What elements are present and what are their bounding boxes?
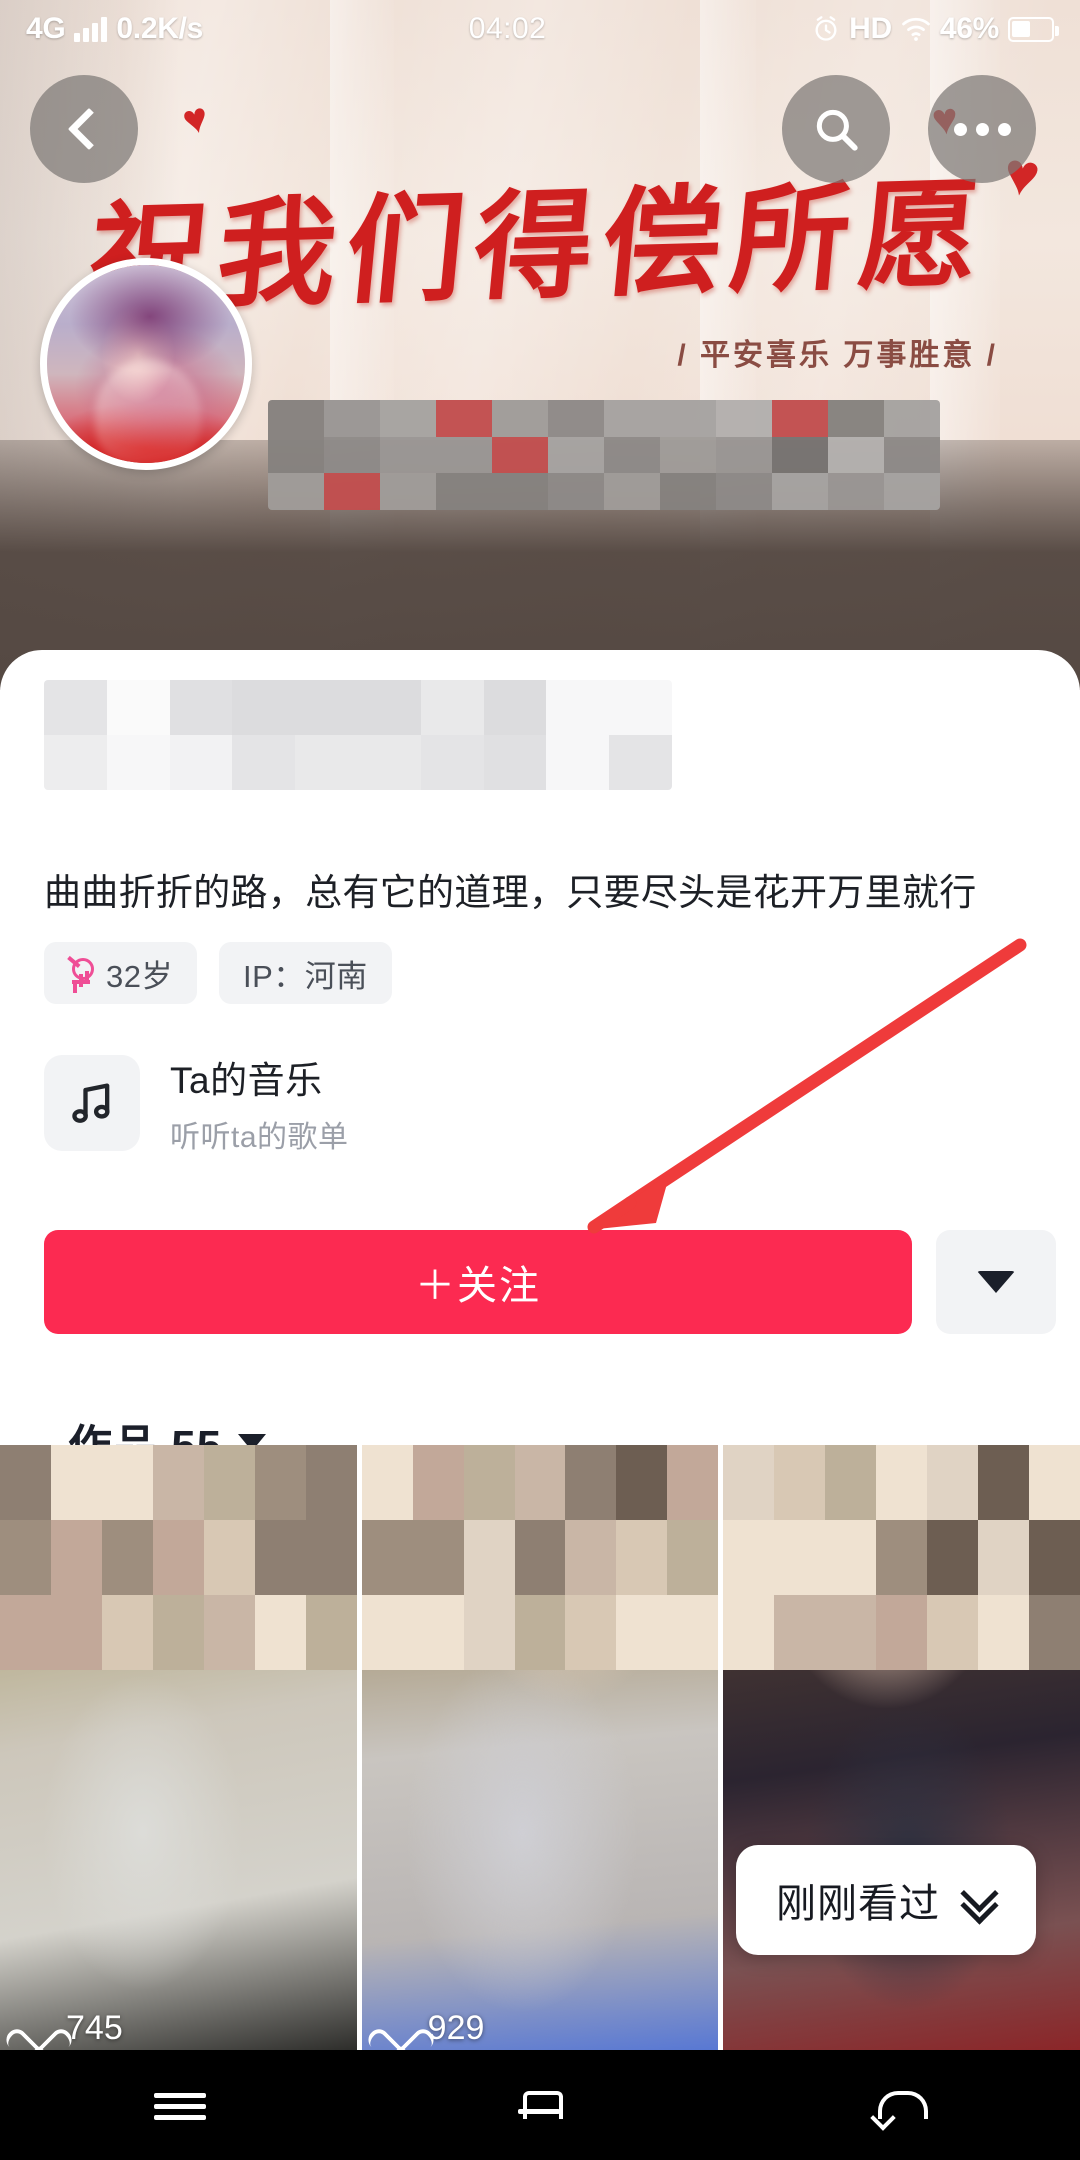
heart-outline-icon xyxy=(382,2012,416,2046)
video-thumbnail[interactable]: 745 xyxy=(0,1445,357,2070)
back-icon[interactable] xyxy=(870,2079,930,2131)
works-grid: 745 929 xyxy=(0,1445,1080,2070)
video-thumbnail[interactable]: 929 xyxy=(362,1445,719,2070)
heart-outline-icon xyxy=(20,2012,54,2046)
username-censored xyxy=(268,400,940,510)
battery-icon xyxy=(1008,17,1054,42)
like-count: 929 xyxy=(382,2009,485,2048)
like-count-label: 745 xyxy=(66,2009,123,2048)
clock-label: 04:02 xyxy=(469,12,547,46)
thumbnail-censored xyxy=(362,1445,719,1670)
more-options-button[interactable] xyxy=(928,75,1036,183)
age-tag[interactable]: 32岁 xyxy=(44,942,197,1004)
like-count: 745 xyxy=(20,2009,123,2048)
search-button[interactable] xyxy=(782,75,890,183)
chevron-left-icon xyxy=(68,108,110,150)
back-button[interactable] xyxy=(30,75,138,183)
thumbnail-censored xyxy=(0,1445,357,1670)
avatar[interactable] xyxy=(40,258,252,470)
follow-button[interactable]: ＋关注 xyxy=(44,1230,912,1334)
ip-location-label: IP：河南 xyxy=(243,951,368,996)
thumbnail-censored xyxy=(723,1445,1080,1670)
follow-more-button[interactable] xyxy=(936,1230,1056,1334)
ip-location-tag: IP：河南 xyxy=(219,942,392,1004)
menu-icon[interactable] xyxy=(150,2079,210,2131)
chevron-double-down-icon xyxy=(962,1883,996,1917)
heart-icon: ♥ xyxy=(178,93,214,146)
female-gender-icon xyxy=(68,958,94,988)
banner-subtitle: / 平安喜乐 万事胜意 / xyxy=(677,330,998,374)
music-subtitle: 听听ta的歌单 xyxy=(170,1112,349,1156)
triangle-down-icon xyxy=(977,1271,1015,1293)
data-rate-label: 0.2K/s xyxy=(116,12,203,46)
hd-label: HD xyxy=(849,12,892,46)
just-watched-label: 刚刚看过 xyxy=(776,1871,940,1929)
wifi-icon xyxy=(901,16,931,42)
alarm-clock-icon xyxy=(812,15,840,43)
just-watched-button[interactable]: 刚刚看过 xyxy=(736,1845,1036,1955)
music-entry[interactable]: Ta的音乐 听听ta的歌单 xyxy=(44,1050,349,1156)
network-type-label: 4G xyxy=(26,12,65,46)
search-icon xyxy=(811,104,861,154)
battery-percent-label: 46% xyxy=(940,12,999,46)
profile-bio: 曲曲折折的路，总有它的道理，只要尽头是花开万里就行 xyxy=(44,868,1044,918)
action-row: ＋关注 xyxy=(44,1230,1056,1334)
android-navigation-bar xyxy=(0,2050,1080,2160)
home-icon[interactable] xyxy=(510,2079,570,2131)
more-dots-icon xyxy=(954,123,1011,136)
signal-bars-icon xyxy=(74,16,107,42)
avatar-image xyxy=(47,265,245,463)
profile-screen: 祝我们得偿所愿 / 平安喜乐 万事胜意 / ♥ ♥ ♥ 4G 0.2K/s 04… xyxy=(0,0,1080,2160)
age-tag-label: 32岁 xyxy=(106,951,173,996)
like-count-label: 929 xyxy=(428,2009,485,2048)
music-title: Ta的音乐 xyxy=(170,1050,349,1104)
music-note-icon xyxy=(44,1055,140,1151)
video-thumbnail[interactable] xyxy=(723,1445,1080,2070)
status-bar: 4G 0.2K/s 04:02 HD 46% xyxy=(0,0,1080,58)
profile-tags: 32岁 IP：河南 xyxy=(44,942,392,1004)
stats-censored xyxy=(44,680,672,790)
